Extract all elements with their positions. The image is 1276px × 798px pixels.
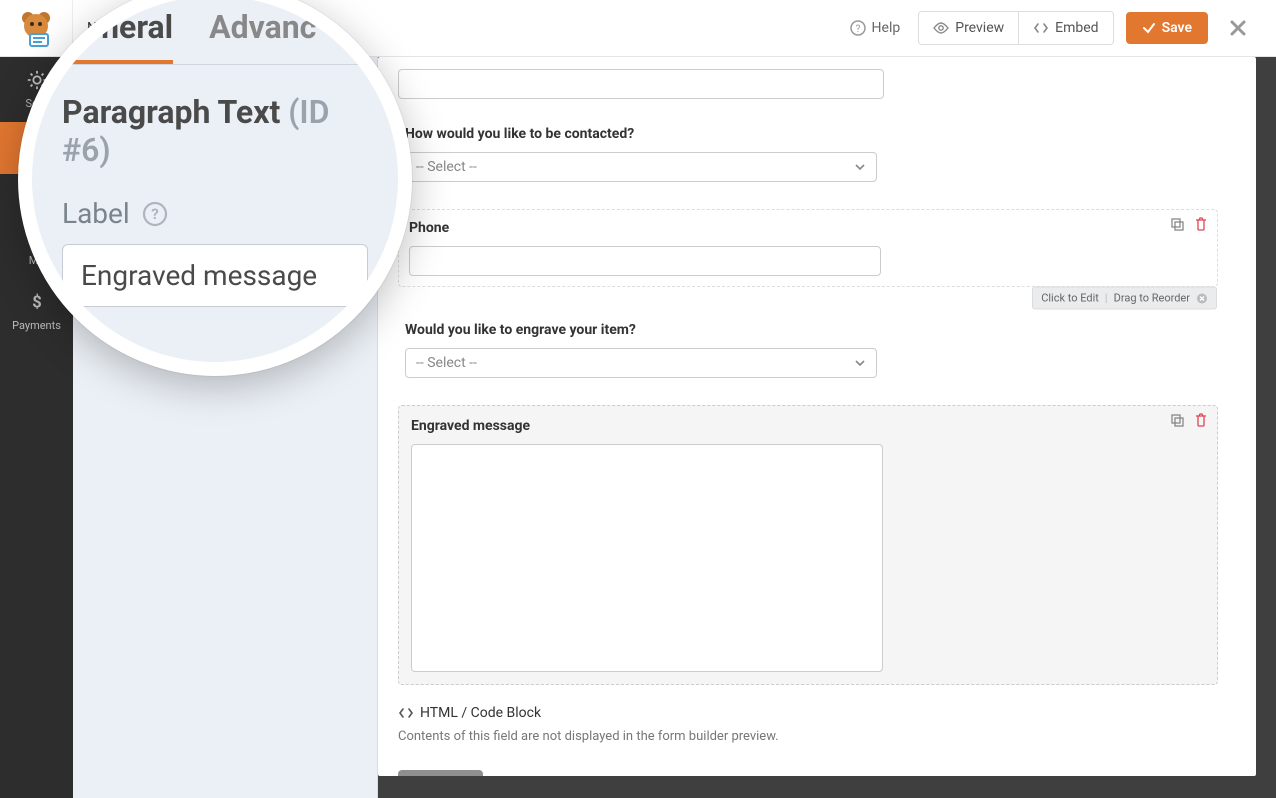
form-canvas: How would you like to be contacted? -- S… <box>378 57 1256 776</box>
field-type-name: Paragraph Text <box>62 93 280 131</box>
name-input-preview[interactable] <box>398 69 884 99</box>
hint-drag: Drag to Reorder <box>1114 292 1190 305</box>
field-hint: Click to Edit | Drag to Reorder <box>1032 287 1217 310</box>
lens-content: General Advanc Paragraph Text (ID #6) La… <box>32 0 398 362</box>
embed-label: Embed <box>1055 20 1098 36</box>
tab-general[interactable]: General <box>62 8 173 64</box>
close-icon <box>1228 18 1248 38</box>
field-actions <box>1169 216 1209 232</box>
phone-label: Phone <box>409 220 1207 236</box>
svg-text:?: ? <box>151 205 158 223</box>
contact-select[interactable]: -- Select -- <box>405 152 877 182</box>
preview-button[interactable]: Preview <box>919 12 1018 44</box>
close-hint-icon[interactable] <box>1196 292 1208 304</box>
help-link[interactable]: ? Help <box>850 20 901 36</box>
chevron-down-icon <box>854 161 866 173</box>
check-icon <box>1142 21 1156 35</box>
html-code-block[interactable]: HTML / Code Block <box>398 705 884 721</box>
hint-edit: Click to Edit <box>1041 292 1099 305</box>
field-engraved-message[interactable]: Engraved message <box>398 405 1218 685</box>
duplicate-icon[interactable] <box>1169 216 1185 232</box>
save-button[interactable]: Save <box>1126 12 1208 44</box>
preview-embed-group: Preview Embed <box>918 11 1113 45</box>
preview-label: Preview <box>955 20 1004 36</box>
label-value: Engraved message <box>81 259 317 292</box>
field-phone[interactable]: Phone Click to Edit | Drag to Reorder <box>398 209 1218 287</box>
code-icon <box>1033 20 1049 36</box>
trash-icon[interactable] <box>1193 216 1209 232</box>
hint-sep: | <box>1105 292 1108 305</box>
engrave-select[interactable]: -- Select -- <box>405 348 877 378</box>
svg-text:?: ? <box>855 24 860 35</box>
select-placeholder: -- Select -- <box>416 355 477 371</box>
field-actions <box>1169 412 1209 428</box>
phone-input[interactable] <box>409 246 881 276</box>
label-input[interactable]: Engraved message <box>62 244 368 307</box>
eye-icon <box>933 20 949 36</box>
engraved-label: Engraved message <box>411 418 1205 434</box>
field-contact-method[interactable]: How would you like to be contacted? -- S… <box>398 119 884 189</box>
label-row: Label ? <box>32 169 398 230</box>
label-caption: Label <box>62 197 130 230</box>
help-icon: ? <box>850 20 866 36</box>
magnifier-lens: General Advanc Paragraph Text (ID #6) La… <box>18 0 412 376</box>
duplicate-icon[interactable] <box>1169 412 1185 428</box>
field-type-title: Paragraph Text (ID #6) <box>32 65 398 169</box>
trash-icon[interactable] <box>1193 412 1209 428</box>
close-button[interactable] <box>1228 18 1248 38</box>
chevron-down-icon <box>854 357 866 369</box>
code-icon <box>398 705 414 721</box>
help-label: Help <box>872 20 901 36</box>
html-block-label: HTML / Code Block <box>420 705 541 721</box>
topbar-actions: ? Help Preview Embed Save <box>850 11 1276 45</box>
field-engrave-question[interactable]: Would you like to engrave your item? -- … <box>398 315 884 385</box>
form-column: How would you like to be contacted? -- S… <box>398 57 884 776</box>
engrave-q-label: Would you like to engrave your item? <box>405 322 877 338</box>
submit-button[interactable]: Submit <box>398 770 483 776</box>
embed-button[interactable]: Embed <box>1018 12 1112 44</box>
select-placeholder: -- Select -- <box>416 159 477 175</box>
tab-advanced[interactable]: Advanc <box>209 8 316 64</box>
save-label: Save <box>1162 20 1192 36</box>
engraved-textarea[interactable] <box>411 444 883 672</box>
html-note: Contents of this field are not displayed… <box>398 729 884 744</box>
lens-tabs: General Advanc <box>32 0 398 64</box>
help-icon[interactable]: ? <box>142 201 168 227</box>
contact-label: How would you like to be contacted? <box>405 126 877 142</box>
